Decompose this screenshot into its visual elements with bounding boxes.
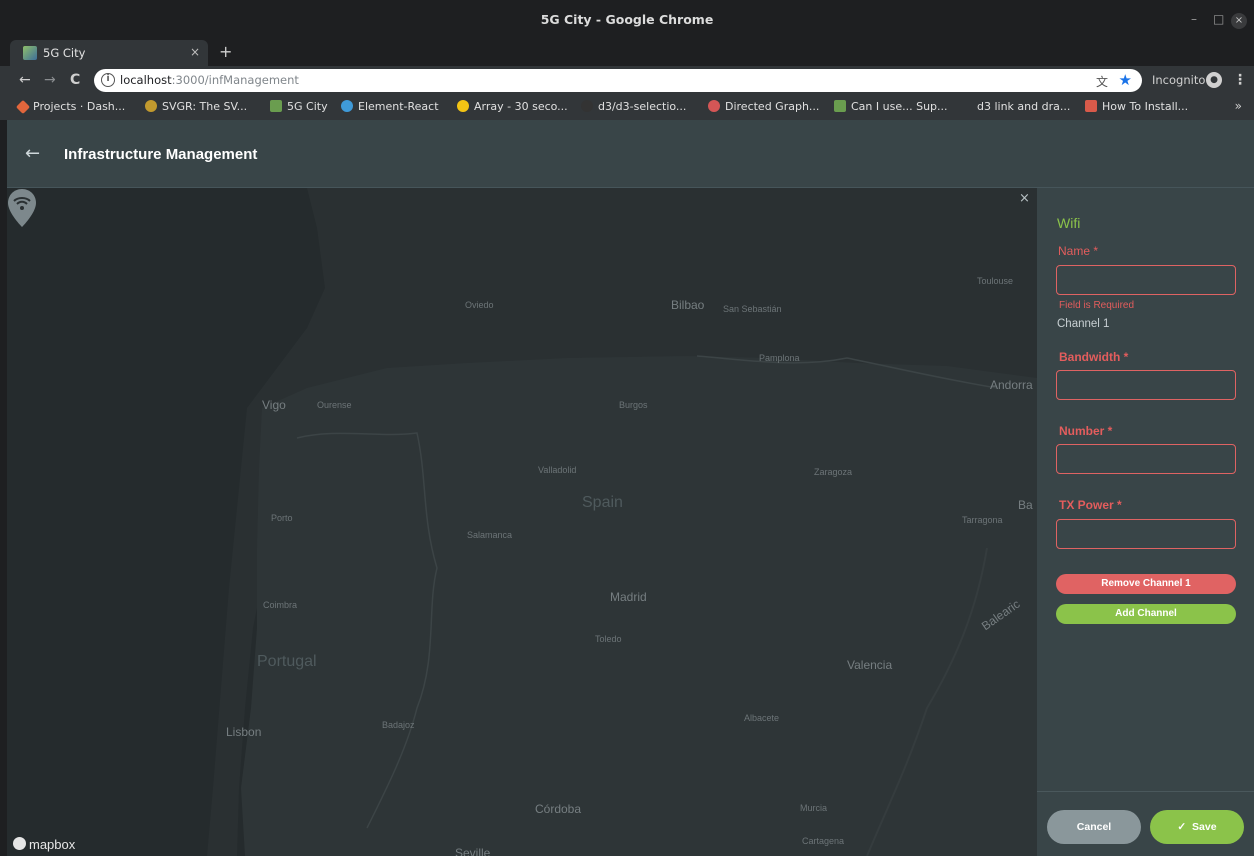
- save-button[interactable]: ✓ Save: [1150, 810, 1244, 844]
- map-label: Murcia: [800, 803, 828, 813]
- check-icon: ✓: [1177, 821, 1193, 833]
- map-label: Coimbra: [263, 600, 298, 610]
- map-label: Pamplona: [759, 353, 800, 363]
- map-label: Lisbon: [226, 725, 262, 739]
- browser-tab[interactable]: 5G City ×: [10, 40, 208, 66]
- tab-title: 5G City: [43, 46, 86, 60]
- tab-strip: 5G City × +: [0, 38, 1254, 66]
- cancel-button[interactable]: Cancel: [1047, 810, 1141, 844]
- map-label: Seville: [455, 846, 491, 856]
- map-label: Cartagena: [802, 836, 845, 846]
- url-text: localhost:3000/infManagement: [120, 73, 299, 87]
- incognito-label: Incognito: [1152, 73, 1206, 87]
- tab-close-icon[interactable]: ×: [190, 45, 200, 59]
- map-label: Porto: [271, 513, 293, 523]
- tx-power-label: TX Power *: [1059, 498, 1122, 512]
- bandwidth-input[interactable]: [1056, 370, 1236, 400]
- bookmark-item[interactable]: 5G City: [270, 100, 328, 113]
- map-land-svg: [207, 188, 1037, 856]
- window-title: 5G City - Google Chrome: [540, 12, 714, 27]
- new-tab-icon[interactable]: +: [219, 42, 232, 61]
- map-label: Toledo: [595, 634, 622, 644]
- bandwidth-label: Bandwidth *: [1059, 350, 1129, 364]
- map-label: Andorra: [990, 378, 1033, 392]
- bookmark-star-icon[interactable]: ★: [1119, 71, 1132, 89]
- map-label: Burgos: [619, 400, 648, 410]
- bookmark-item[interactable]: Array - 30 seco...: [457, 100, 568, 113]
- name-input[interactable]: [1056, 265, 1236, 295]
- map-label: Ba: [1018, 498, 1033, 512]
- map-label: Córdoba: [535, 802, 582, 816]
- spain-landmass: [241, 356, 1037, 856]
- back-arrow-icon[interactable]: ←: [25, 143, 40, 164]
- incognito-icon: ●: [1206, 72, 1222, 88]
- page-title: Infrastructure Management: [64, 146, 258, 163]
- window-titlebar: 5G City - Google Chrome – □ ×: [0, 0, 1254, 40]
- map-label: Bilbao: [671, 298, 705, 312]
- bookmark-item[interactable]: How To Install...: [1085, 100, 1188, 113]
- map-view[interactable]: Toulouse Oviedo Bilbao San Sebastián Pam…: [7, 188, 1037, 856]
- reload-icon[interactable]: C: [70, 72, 80, 88]
- map-label: Valencia: [847, 658, 893, 672]
- app-header: ← Infrastructure Management: [7, 120, 1254, 188]
- map-label: Valladolid: [538, 465, 577, 475]
- number-input[interactable]: [1056, 444, 1236, 474]
- map-label: Ourense: [317, 400, 352, 410]
- map-label: Badajoz: [382, 720, 415, 730]
- forward-icon[interactable]: →: [44, 72, 56, 88]
- chrome-menu-icon[interactable]: ⋮: [1233, 72, 1247, 88]
- bookmark-item[interactable]: d3 link and dra...: [960, 100, 1070, 113]
- bookmark-item[interactable]: d3/d3-selectio...: [581, 100, 686, 113]
- maximize-icon[interactable]: □: [1213, 12, 1224, 26]
- name-error-text: Field is Required: [1059, 300, 1135, 311]
- map-label: Vigo: [262, 398, 286, 412]
- map-label: Portugal: [257, 653, 317, 670]
- map-label: Toulouse: [977, 276, 1014, 286]
- channel-heading: Channel 1: [1057, 318, 1110, 330]
- minimize-icon[interactable]: –: [1191, 12, 1197, 26]
- close-window-icon[interactable]: ×: [1231, 13, 1247, 29]
- bookmark-item[interactable]: Can I use... Sup...: [834, 100, 948, 113]
- add-channel-button[interactable]: Add Channel: [1056, 604, 1236, 624]
- map-close-icon[interactable]: ×: [1019, 191, 1030, 206]
- remove-channel-button[interactable]: Remove Channel 1: [1056, 574, 1236, 594]
- translate-icon[interactable]: 文: [1096, 73, 1108, 90]
- map-label: Oviedo: [465, 300, 494, 310]
- wifi-marker-icon[interactable]: [7, 188, 37, 228]
- bookmark-item[interactable]: Projects · Dash...: [15, 99, 125, 115]
- save-label: Save: [1192, 821, 1217, 833]
- panel-heading: Wifi: [1057, 215, 1081, 231]
- favicon-icon: [23, 46, 37, 60]
- map-label: Albacete: [744, 713, 780, 723]
- bookmark-item[interactable]: Directed Graph...: [708, 100, 819, 113]
- browser-toolbar: ← → C i localhost:3000/infManagement 文 ★…: [0, 66, 1254, 96]
- info-icon[interactable]: i: [101, 73, 115, 87]
- wifi-form-panel: Wifi Name * Field is Required Channel 1 …: [1037, 188, 1254, 856]
- bookmark-item[interactable]: SVGR: The SV...: [145, 100, 247, 113]
- map-label: Salamanca: [467, 530, 513, 540]
- map-label: Madrid: [610, 590, 647, 604]
- mapbox-logo: mapbox: [13, 837, 75, 852]
- bookmarks-overflow-icon[interactable]: »: [1235, 99, 1242, 113]
- address-bar[interactable]: i localhost:3000/infManagement 文 ★: [94, 69, 1142, 92]
- number-label: Number *: [1059, 424, 1113, 438]
- map-label: Tarragona: [962, 515, 1003, 525]
- bookmarks-bar: Projects · Dash... SVGR: The SV... 5G Ci…: [0, 96, 1254, 120]
- back-icon[interactable]: ←: [19, 72, 31, 88]
- map-label: Spain: [582, 494, 623, 511]
- tx-power-input[interactable]: [1056, 519, 1236, 549]
- map-label: San Sebastián: [723, 304, 782, 314]
- name-label: Name *: [1058, 244, 1099, 258]
- bookmark-item[interactable]: Element-React: [341, 100, 439, 113]
- map-label: Zaragoza: [814, 467, 853, 477]
